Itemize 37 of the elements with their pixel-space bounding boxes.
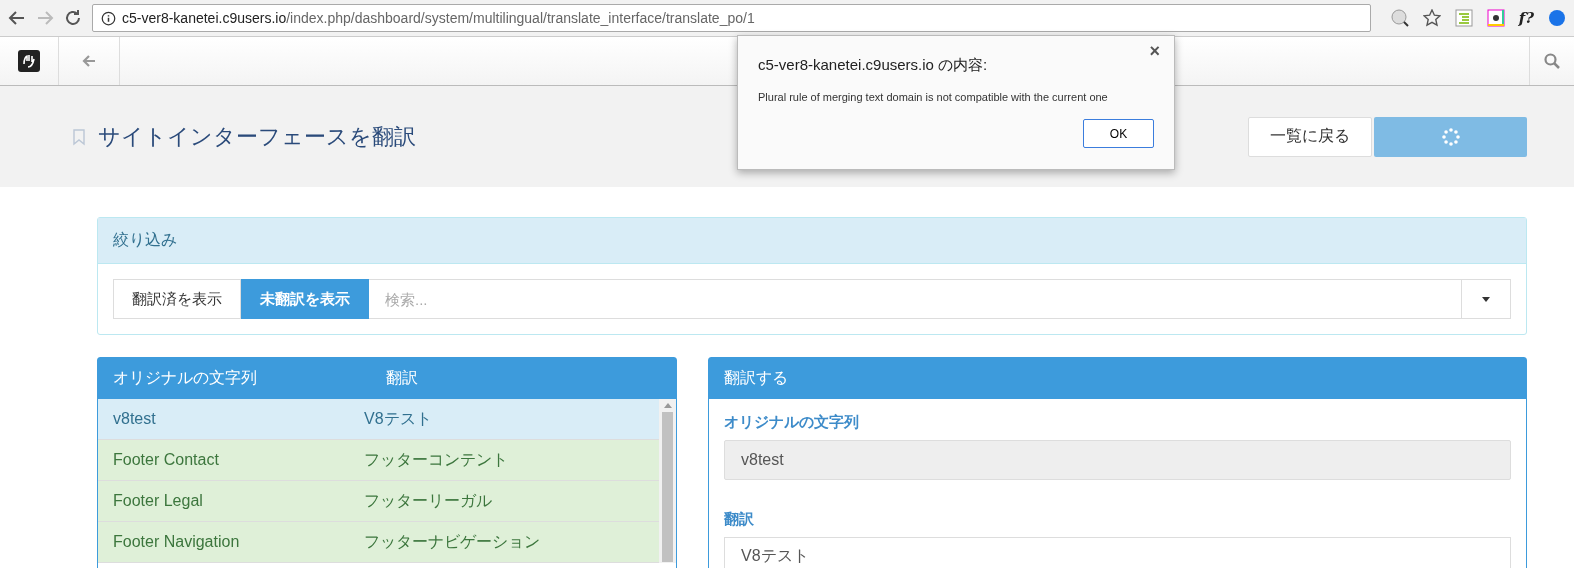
panel-title: 絞り込み: [113, 230, 177, 250]
string-row[interactable]: v8test V8テスト: [98, 399, 659, 440]
star-icon[interactable]: [1422, 9, 1441, 27]
avatar-icon[interactable]: [1548, 9, 1566, 27]
extension-icon[interactable]: f?: [1518, 9, 1534, 27]
string-row[interactable]: Footer Navigation フッターナビゲーション: [98, 522, 659, 563]
translation-field[interactable]: V8テスト: [724, 537, 1511, 568]
field-label: 翻訳: [724, 510, 755, 529]
filter-button[interactable]: 翻訳済を表示: [113, 279, 241, 319]
page-title: サイトインターフェースを翻訳: [98, 122, 416, 151]
dialog-message: Plural rule of merging text domain is not compatible with the current one: [758, 91, 1109, 103]
close-button[interactable]: ×: [1143, 40, 1166, 63]
info-icon[interactable]: [101, 10, 116, 26]
save-button[interactable]: [1374, 116, 1527, 157]
column-header: 翻訳: [386, 368, 418, 388]
reload-icon[interactable]: [64, 9, 82, 27]
list-icon[interactable]: [1454, 9, 1473, 27]
back-to-list-button[interactable]: 一覧に戻る: [1248, 116, 1372, 157]
panel-title: 翻訳する: [724, 368, 788, 388]
back-icon[interactable]: [8, 9, 26, 27]
ok-button[interactable]: OK: [1083, 119, 1154, 148]
scrollbar[interactable]: [659, 399, 676, 563]
address-bar[interactable]: c5-ver8-kanetei.c9users.io/index.php/dashboard/system/multilingual/translate_interface/translate_po/1: [92, 4, 1371, 32]
search-icon[interactable]: [1543, 52, 1561, 70]
dialog-title: c5-ver8-kanetei.c9users.io の内容:: [758, 56, 989, 75]
search-field[interactable]: 検索...: [369, 279, 1462, 319]
colorful-grid-icon[interactable]: [1486, 9, 1505, 27]
original-field: v8test: [724, 440, 1511, 480]
field-label: オリジナルの文字列: [724, 413, 860, 432]
logo-icon[interactable]: [18, 50, 40, 72]
caret-icon: [1482, 296, 1490, 302]
scroll-up-icon[interactable]: [663, 403, 672, 408]
url-path: /index.php/dashboard/system/multilingual/translate_interface/translate_po/1: [286, 10, 755, 26]
url-host: c5-ver8-kanetei.c9users.io: [122, 10, 287, 26]
string-row[interactable]: Footer Contact フッターコンテント: [98, 440, 659, 481]
column-header: オリジナルの文字列: [113, 368, 258, 388]
string-row[interactable]: Footer Legal フッターリーガル: [98, 481, 659, 522]
